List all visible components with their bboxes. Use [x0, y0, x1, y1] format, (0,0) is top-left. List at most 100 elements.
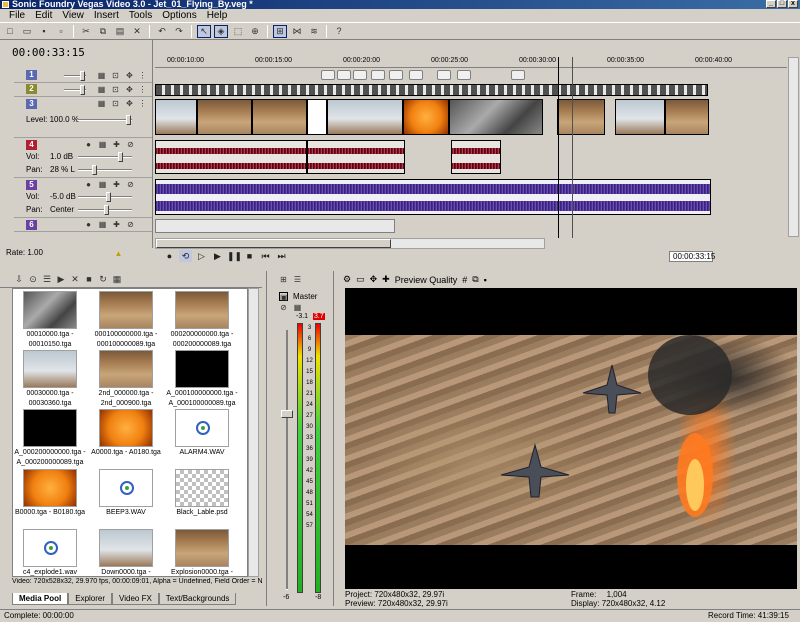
media-item[interactable]: 000200000000.tga - 000200000089.tga — [165, 291, 239, 349]
motion-icon[interactable]: ✥ — [125, 71, 134, 80]
timeline-vscrollbar[interactable] — [788, 57, 799, 237]
menu-tools[interactable]: Tools — [124, 10, 157, 21]
add-fx-icon[interactable]: ✚ — [112, 180, 121, 189]
audio-event[interactable] — [451, 140, 501, 174]
media-item[interactable]: A0000.tga - A0180.tga — [89, 409, 163, 457]
loop-marker[interactable] — [572, 57, 573, 238]
insert-bus-icon[interactable]: ⊞ — [279, 275, 288, 284]
preview-icon[interactable]: ▶ — [56, 274, 66, 285]
audio-event[interactable] — [155, 140, 307, 174]
play-from-start-icon[interactable]: ▷ — [195, 250, 208, 262]
track-header-5[interactable]: 5 ● ▦ ✚ ⊘ Vol: -5.0 dB Pan: Center — [14, 178, 152, 218]
media-item[interactable]: c4_explode1.wav — [13, 529, 87, 576]
media-item[interactable]: 00010000.tga - 00010150.tga — [13, 291, 87, 349]
track-header-2[interactable]: 2 ▦ ⊡ ✥ ⋮ — [14, 83, 152, 97]
properties-icon[interactable]: ? — [332, 25, 346, 38]
delete-icon[interactable]: ✕ — [70, 274, 80, 285]
preview-quality-dropdown[interactable]: Preview Quality — [395, 275, 458, 285]
video-preview-screen[interactable] — [345, 288, 797, 589]
stop-icon[interactable]: ■ — [243, 250, 256, 262]
go-to-end-icon[interactable]: ⏭ — [275, 250, 288, 262]
mute-icon[interactable]: ⊘ — [126, 180, 135, 189]
capture-icon[interactable]: ⊙ — [28, 274, 38, 285]
media-item[interactable]: Down0000.tga - — [89, 529, 163, 576]
fx-icon[interactable]: ▦ — [97, 85, 106, 94]
media-item[interactable]: 00030000.tga - 00030360.tga — [13, 350, 87, 408]
fx-icon[interactable]: ▦ — [98, 140, 107, 149]
audio-event[interactable] — [307, 140, 405, 174]
compositing-icon[interactable]: ⊡ — [111, 71, 120, 80]
region-marker[interactable] — [457, 70, 471, 80]
region-marker[interactable] — [337, 70, 351, 80]
track-menu-icon[interactable]: ⋮ — [138, 85, 147, 94]
overlays-icon[interactable]: # — [462, 275, 467, 285]
video-event[interactable] — [557, 99, 605, 135]
properties-icon[interactable]: ☰ — [42, 274, 52, 285]
preview-properties-icon[interactable]: ⚙ — [343, 274, 351, 285]
audio-track-5-lane[interactable] — [155, 179, 787, 217]
selection-tool-icon[interactable]: ⬚ — [231, 25, 245, 38]
menu-insert[interactable]: Insert — [89, 10, 124, 21]
volume-slider[interactable] — [78, 192, 132, 202]
pause-icon[interactable]: ❚❚ — [227, 250, 242, 262]
mute-icon[interactable]: ⊘ — [126, 220, 135, 229]
audio-event[interactable] — [155, 179, 711, 215]
record-arm-icon[interactable]: ● — [84, 140, 93, 149]
motion-icon[interactable]: ✥ — [125, 99, 134, 108]
ripple-icon[interactable]: ≋ — [307, 25, 321, 38]
track-header-6[interactable]: 6 ● ▦ ✚ ⊘ — [14, 218, 152, 232]
import-media-icon[interactable]: ⇩ — [14, 274, 24, 285]
playhead-cursor[interactable] — [558, 57, 559, 238]
opacity-slider[interactable] — [64, 71, 86, 81]
master-fader[interactable] — [281, 330, 293, 590]
mute-icon[interactable]: ⊘ — [279, 303, 288, 312]
menu-view[interactable]: View — [57, 10, 89, 21]
opacity-slider[interactable] — [64, 85, 86, 95]
timeline-ruler[interactable]: 00:00:10:00 00:00:15:00 00:00:20:00 00:0… — [155, 57, 787, 68]
close-button[interactable]: x — [788, 0, 798, 8]
media-pool-list[interactable]: 00010000.tga - 00010150.tga 000100000000… — [12, 288, 248, 577]
undo-icon[interactable]: ↶ — [155, 25, 169, 38]
auto-preview-icon[interactable]: ↻ — [98, 274, 108, 285]
copy-snapshot-icon[interactable]: ⧉ — [472, 274, 478, 285]
timeline-scrollbar[interactable] — [155, 238, 545, 249]
video-track-3-lane[interactable] — [155, 99, 787, 137]
media-item[interactable]: Black_Lable.psd — [165, 469, 239, 517]
external-monitor-icon[interactable]: ▭ — [356, 274, 365, 285]
paste-icon[interactable]: ▤ — [113, 25, 127, 38]
media-item[interactable]: 000100000000.tga - 000100000089.tga — [89, 291, 163, 349]
go-to-start-icon[interactable]: ⏮ — [259, 250, 272, 262]
fx-icon[interactable]: ▦ — [97, 71, 106, 80]
volume-slider[interactable] — [78, 152, 132, 162]
track-menu-icon[interactable]: ⋮ — [138, 99, 147, 108]
compositing-icon[interactable]: ⊡ — [111, 99, 120, 108]
add-fx-icon[interactable]: ✚ — [112, 220, 121, 229]
video-event[interactable] — [403, 99, 449, 135]
tab-explorer[interactable]: Explorer — [68, 593, 113, 605]
tab-media-pool[interactable]: Media Pool — [12, 593, 69, 605]
tab-video-fx[interactable]: Video FX — [112, 593, 159, 605]
open-icon[interactable]: ▭ — [20, 25, 34, 38]
mute-icon[interactable]: ⊘ — [126, 140, 135, 149]
record-icon[interactable]: ● — [163, 250, 176, 262]
video-event[interactable] — [327, 99, 403, 135]
fx-icon[interactable]: ▦ — [98, 180, 107, 189]
region-marker[interactable] — [371, 70, 385, 80]
menu-options[interactable]: Options — [157, 10, 201, 21]
play-icon[interactable]: ▶ — [211, 250, 224, 262]
envelope-tool-icon[interactable]: ◈ — [214, 24, 228, 38]
region-marker[interactable] — [353, 70, 367, 80]
menu-edit[interactable]: Edit — [30, 10, 57, 21]
region-marker[interactable] — [409, 70, 423, 80]
video-event[interactable] — [615, 99, 665, 135]
media-item[interactable]: Explosion0000.tga - — [165, 529, 239, 576]
audio-track-6-lane[interactable] — [155, 219, 395, 233]
redo-icon[interactable]: ↷ — [172, 25, 186, 38]
tab-text-backgrounds[interactable]: Text/Backgrounds — [158, 593, 237, 605]
media-item[interactable]: A_000200000000.tga - A_000200000089.tga — [13, 409, 87, 467]
fx-icon[interactable]: ▦ — [293, 303, 302, 312]
region-marker[interactable] — [511, 70, 525, 80]
maximize-button[interactable]: □ — [777, 0, 787, 8]
rate-slider-icon[interactable]: ▲ — [114, 249, 123, 258]
record-arm-icon[interactable]: ● — [84, 180, 93, 189]
